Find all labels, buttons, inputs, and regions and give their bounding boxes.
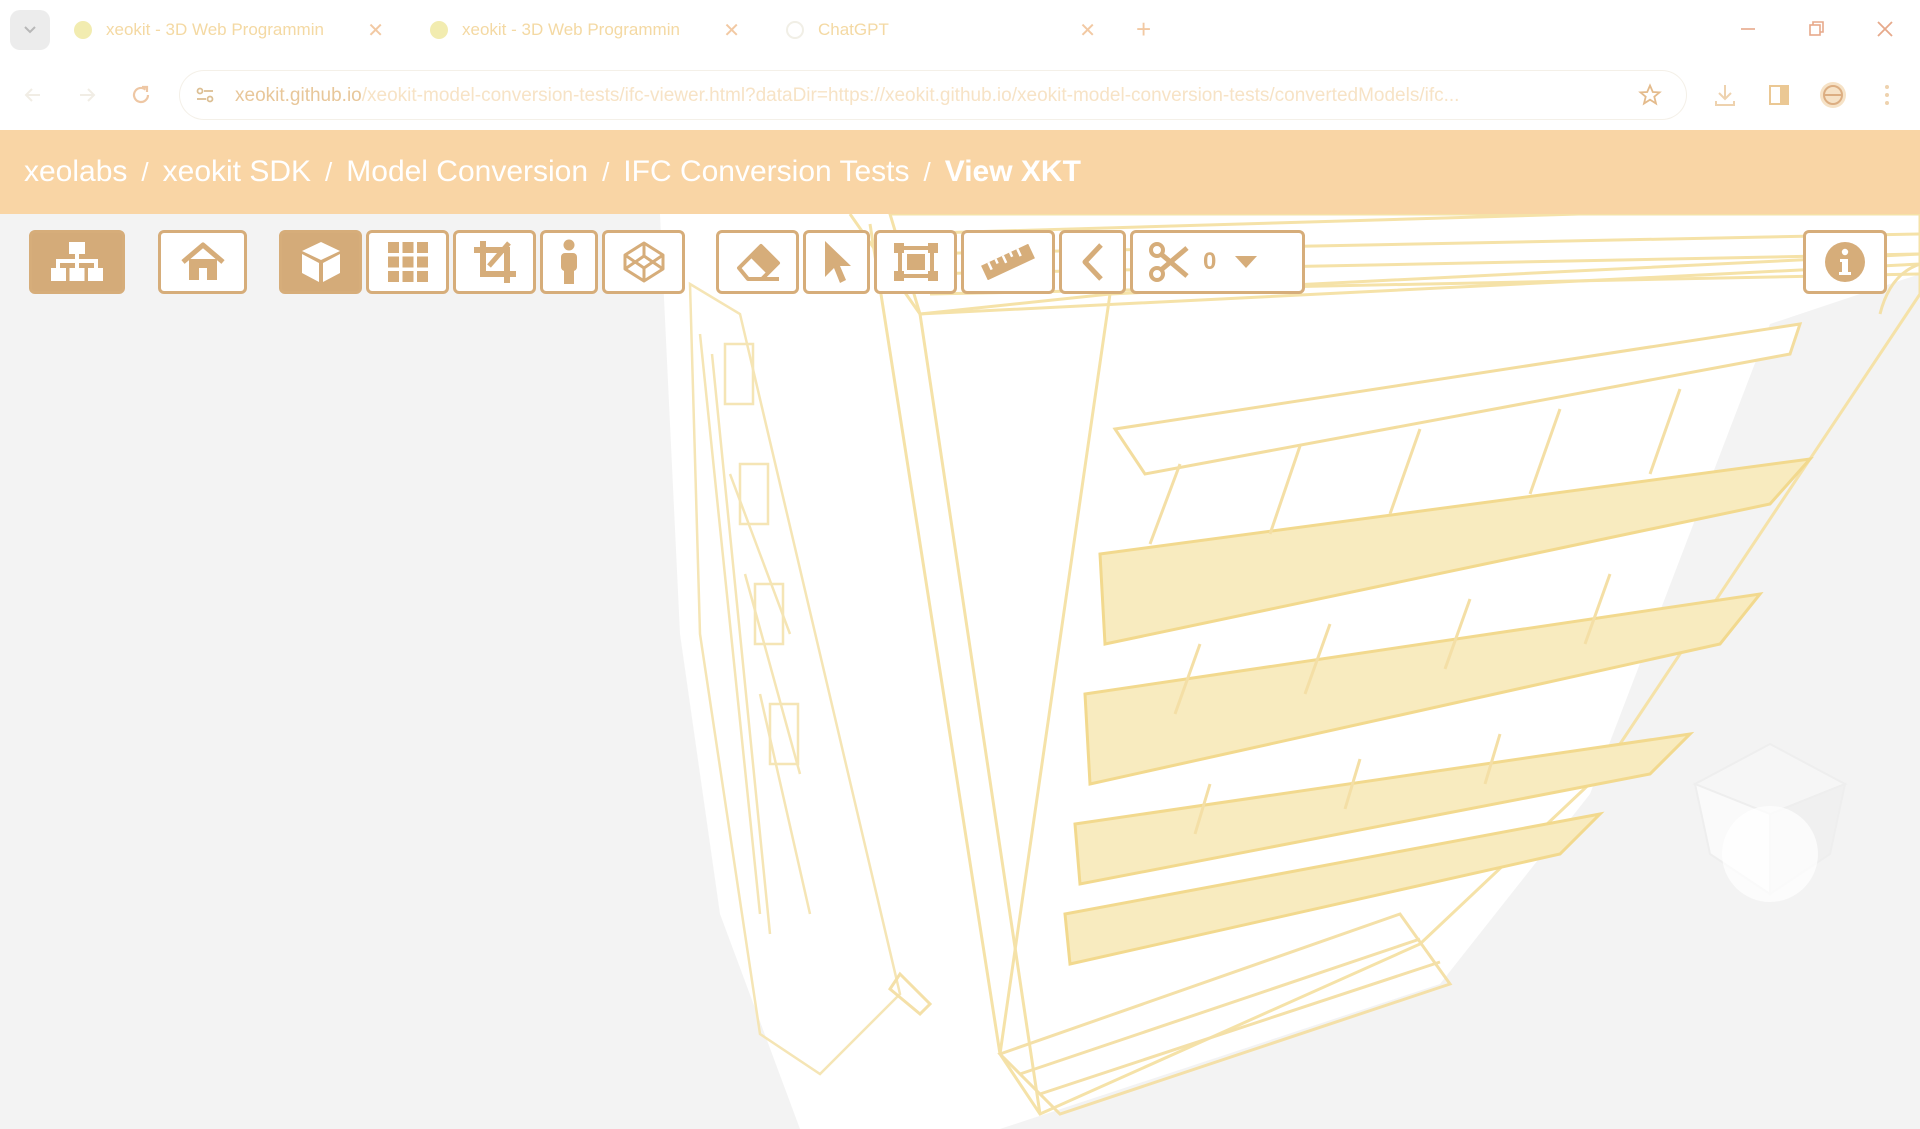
close-icon [1877,21,1893,37]
side-panel-button[interactable] [1764,80,1794,110]
angle-icon [1082,243,1103,281]
breadcrumb-link-ifc-conversion-tests[interactable]: IFC Conversion Tests [623,155,909,189]
breadcrumb-separator: / [602,156,610,187]
profile-button[interactable] [1818,80,1848,110]
fit-view-button[interactable] [453,230,536,294]
tab-search-button[interactable] [10,10,50,50]
close-icon[interactable]: ✕ [1079,18,1096,43]
cursor-icon [824,241,851,283]
marquee-select-button[interactable] [874,230,957,294]
caret-down-icon[interactable] [1234,255,1258,269]
info-icon [1825,242,1865,282]
breadcrumb-link-model-conversion[interactable]: Model Conversion [346,155,588,189]
close-icon[interactable]: ✕ [367,18,384,43]
explorer-toggle-button[interactable] [29,230,125,294]
restore-icon [1809,21,1824,36]
tab-title: xeokit - 3D Web Programmin [462,20,680,39]
address-bar[interactable]: xeokit.github.io/xeokit-model-conversion… [180,71,1686,119]
browser-tab-active[interactable]: xeokit - 3D Web Programmin ✕ [416,10,756,50]
side-panel-icon [1769,85,1789,105]
globe-icon [430,21,448,39]
marquee-icon [893,243,938,281]
reload-button[interactable] [124,78,158,112]
minimize-button[interactable] [1733,14,1763,44]
plus-icon: + [1136,14,1152,44]
breadcrumb-link-xeokit-sdk[interactable]: xeokit SDK [163,155,311,189]
breadcrumb-separator: / [141,156,149,187]
close-icon[interactable]: ✕ [723,18,740,43]
url-text[interactable]: xeokit.github.io/xeokit-model-conversion… [235,85,1625,107]
building-model[interactable] [0,214,1920,1129]
sitemap-icon [51,242,103,281]
navcube-widget[interactable] [1680,734,1860,904]
bookmark-star-icon[interactable] [1638,83,1662,107]
crop-icon [473,241,516,283]
chevron-down-icon [24,26,36,34]
browser-tab[interactable]: xeokit - 3D Web Programmin ✕ [60,10,400,50]
scissors-icon [1149,242,1189,282]
breadcrumb: xeolabs / xeokit SDK / Model Conversion … [0,130,1920,214]
xray-button[interactable] [602,230,685,294]
reload-icon [132,85,150,104]
breadcrumb-link-xeolabs[interactable]: xeolabs [24,155,127,189]
arrow-left-icon [24,88,40,102]
hide-objects-button[interactable] [716,230,799,294]
close-window-button[interactable] [1870,14,1900,44]
3d-viewer-canvas[interactable] [0,214,1920,1129]
page-title: View XKT [944,155,1081,188]
home-icon [180,242,225,280]
arrow-right-icon [80,88,96,102]
select-objects-button[interactable] [803,230,870,294]
browser-menu-button[interactable] [1872,80,1902,110]
breadcrumb-separator: / [923,156,931,187]
site-settings-icon[interactable] [194,84,216,106]
section-plane-count: 0 [1203,248,1217,275]
browser-toolbar: xeokit.github.io/xeokit-model-conversion… [0,60,1920,130]
codepen-icon [623,241,664,283]
browser-tab-strip: xeokit - 3D Web Programmin ✕ xeokit - 3D… [0,0,1920,60]
download-icon [1715,85,1735,106]
minimize-icon [1741,28,1755,30]
ruler-icon [981,244,1035,280]
breadcrumb-separator: / [325,156,333,187]
perspective-3d-button[interactable] [279,230,362,294]
measure-distance-button[interactable] [961,230,1055,294]
downloads-button[interactable] [1710,80,1740,110]
globe-icon [74,21,92,39]
grid-icon [387,242,428,282]
info-button[interactable] [1803,230,1887,294]
url-host: xeokit.github.io [235,85,362,106]
measure-angle-button[interactable] [1059,230,1126,294]
chatgpt-icon [786,21,804,39]
browser-tab[interactable]: ChatGPT ✕ [772,10,1112,50]
forward-button[interactable] [70,78,104,112]
avatar [1820,82,1846,108]
back-button[interactable] [16,78,50,112]
kebab-menu-icon [1885,85,1889,105]
person-icon [561,239,577,284]
reset-view-button[interactable] [158,230,247,294]
section-planes-button[interactable]: 0 [1130,230,1305,294]
restore-button[interactable] [1801,14,1831,44]
ortho-grid-button[interactable] [366,230,449,294]
eraser-icon [736,244,780,281]
new-tab-button[interactable]: + [1136,16,1151,42]
tab-title: ChatGPT [818,20,889,39]
cube-icon [301,242,340,282]
tab-title: xeokit - 3D Web Programmin [106,20,324,39]
first-person-button[interactable] [540,230,598,294]
url-path: /xeokit-model-conversion-tests/ifc-viewe… [361,85,1460,106]
